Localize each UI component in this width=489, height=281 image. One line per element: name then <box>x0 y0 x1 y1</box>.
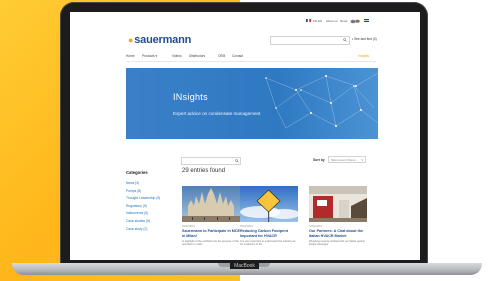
nav-products-label: Products <box>142 54 155 58</box>
topbar-about[interactable]: About us <box>326 19 338 23</box>
nav-distributors[interactable]: Distributors <box>189 54 205 58</box>
entries-count: 29 entries found <box>182 168 226 174</box>
hero-banner: INsights Expert advice on condensate man… <box>126 68 378 139</box>
flag-icon[interactable] <box>364 19 369 23</box>
chevron-down-icon: ▾ <box>155 54 158 58</box>
nav-products[interactable]: Products ▾ <box>142 54 157 58</box>
topbar-lang-en[interactable]: EN <box>318 19 322 23</box>
category-link-case-study[interactable]: Case study (2) <box>126 226 160 234</box>
logo-mark-icon: ● <box>128 35 134 45</box>
article-date: 06/02/2019 <box>182 225 195 228</box>
chevron-down-icon: ▾ <box>361 158 363 162</box>
cart-label: See and find (0) <box>354 37 377 41</box>
entries-search-input[interactable] <box>181 157 241 165</box>
category-link-case-studies[interactable]: Case studies (5) <box>126 218 160 226</box>
article-card[interactable]: 02/02/2019 Our Partners: A Chat about th… <box>309 186 367 258</box>
nav-contact[interactable]: Contact <box>232 54 243 58</box>
hero-title: INsights <box>173 92 208 102</box>
nav-oem[interactable]: OEM <box>218 54 225 58</box>
article-date: 02/02/2019 <box>309 225 322 228</box>
nav-home[interactable]: Home <box>126 54 135 58</box>
logo-text: sauermann <box>134 34 192 46</box>
sort-value: Most recent (Desc... <box>331 158 358 162</box>
sort-select[interactable]: Most recent (Desc... ▾ <box>328 156 366 163</box>
laptop-label: MacBook <box>0 263 489 269</box>
utility-bar: FR EN About us News <box>70 18 420 26</box>
category-link-news[interactable]: News (4) <box>126 180 160 188</box>
laptop-screen: FR EN About us News ● sauermann ▪ See an… <box>70 12 420 260</box>
article-card[interactable]: 05/02/2019 Reducing Carbon Footprint Imp… <box>240 186 298 258</box>
article-title[interactable]: Reducing Carbon Footprint Important for … <box>240 229 298 238</box>
categories-title: Categories <box>126 170 148 175</box>
article-card[interactable]: 06/02/2019 Sauermann to Participate in M… <box>182 186 240 258</box>
category-link-pumps[interactable]: Pumps (8) <box>126 188 160 196</box>
category-link-regulatory[interactable]: Regulatory (5) <box>126 203 160 211</box>
search-input[interactable] <box>270 36 350 45</box>
flag-fr-icon[interactable] <box>306 19 311 23</box>
article-image-milan-cathedral[interactable] <box>182 186 240 222</box>
laptop-label-text: MacBook <box>230 263 259 269</box>
article-title[interactable]: Sauermann to Participate in MCE in Milan… <box>182 229 240 238</box>
sort-label: Sort by <box>313 158 325 162</box>
network-lines-graphic <box>265 72 378 129</box>
categories-list: News (4) Pumps (8) Thought Leadership (9… <box>126 180 160 233</box>
article-image-exhibition-booth[interactable] <box>309 186 367 222</box>
article-date: 05/02/2019 <box>240 225 253 228</box>
cart-icon: ▪ <box>352 37 354 41</box>
article-image-road-sign[interactable] <box>240 186 298 222</box>
article-excerpt: Weighing recently chatted with our Itali… <box>309 240 366 247</box>
category-link-thought-leadership[interactable]: Thought Leadership (9) <box>126 195 160 203</box>
search-icon[interactable] <box>235 159 239 163</box>
article-excerpt: It is very important to understand the i… <box>240 240 296 247</box>
hero-subtitle: Expert advice on condensate management <box>173 111 261 116</box>
search-icon[interactable] <box>343 38 347 42</box>
topbar-lang-fr[interactable]: FR <box>313 19 317 23</box>
article-excerpt: In highlight of the exhibition for the p… <box>182 240 239 247</box>
nav-insights[interactable]: Insights <box>358 54 369 58</box>
world-map-icon[interactable] <box>350 19 360 25</box>
nav-videos[interactable]: Videos <box>172 54 182 58</box>
cart-link[interactable]: ▪ See and find (0) <box>352 37 377 41</box>
category-link-instruments[interactable]: Instruments (5) <box>126 210 160 218</box>
logo[interactable]: ● sauermann <box>128 34 191 46</box>
main-nav: Home Products ▾ Videos Distributors OEM … <box>126 53 376 62</box>
article-title[interactable]: Our Partners: A Chat about the Italian H… <box>309 229 367 238</box>
topbar-news[interactable]: News <box>340 19 348 23</box>
